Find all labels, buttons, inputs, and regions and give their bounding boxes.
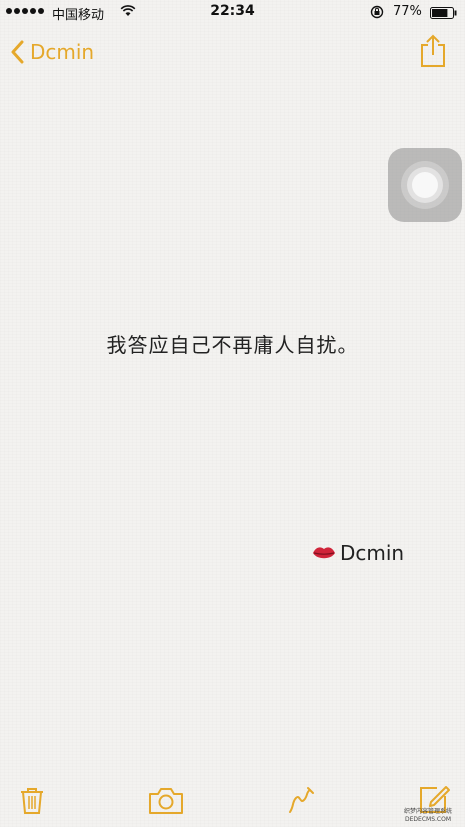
- note-body-text[interactable]: 我答应自己不再庸人自扰。: [0, 329, 465, 358]
- status-bar: 中国移动 22:34 77%: [0, 0, 465, 26]
- note-signature[interactable]: Dcmin: [312, 541, 404, 565]
- battery-icon: [430, 7, 457, 19]
- rotation-lock-icon: [370, 5, 384, 19]
- watermark-line2: DEDECMS.COM: [405, 816, 451, 823]
- sketch-button[interactable]: [282, 780, 322, 820]
- back-label: Dcmin: [30, 40, 95, 64]
- camera-button[interactable]: [146, 780, 186, 820]
- watermark-line1: 织梦内容管理系统: [403, 808, 452, 815]
- chevron-left-icon: [11, 40, 24, 64]
- share-icon: [421, 34, 445, 67]
- trash-icon: [21, 788, 43, 814]
- battery-percent: 77%: [393, 4, 422, 19]
- camera-icon: [149, 788, 183, 814]
- back-button[interactable]: Dcmin: [10, 36, 94, 68]
- sketch-icon: [289, 787, 314, 813]
- share-button[interactable]: [416, 33, 450, 69]
- assistive-touch-button[interactable]: [388, 148, 462, 222]
- note-background: [0, 0, 465, 827]
- delete-button[interactable]: [12, 780, 52, 820]
- kiss-lips-icon: [313, 547, 335, 559]
- signature-text: Dcmin: [340, 541, 405, 565]
- watermark: 织梦内容管理系统 DEDECMS.COM: [394, 808, 462, 826]
